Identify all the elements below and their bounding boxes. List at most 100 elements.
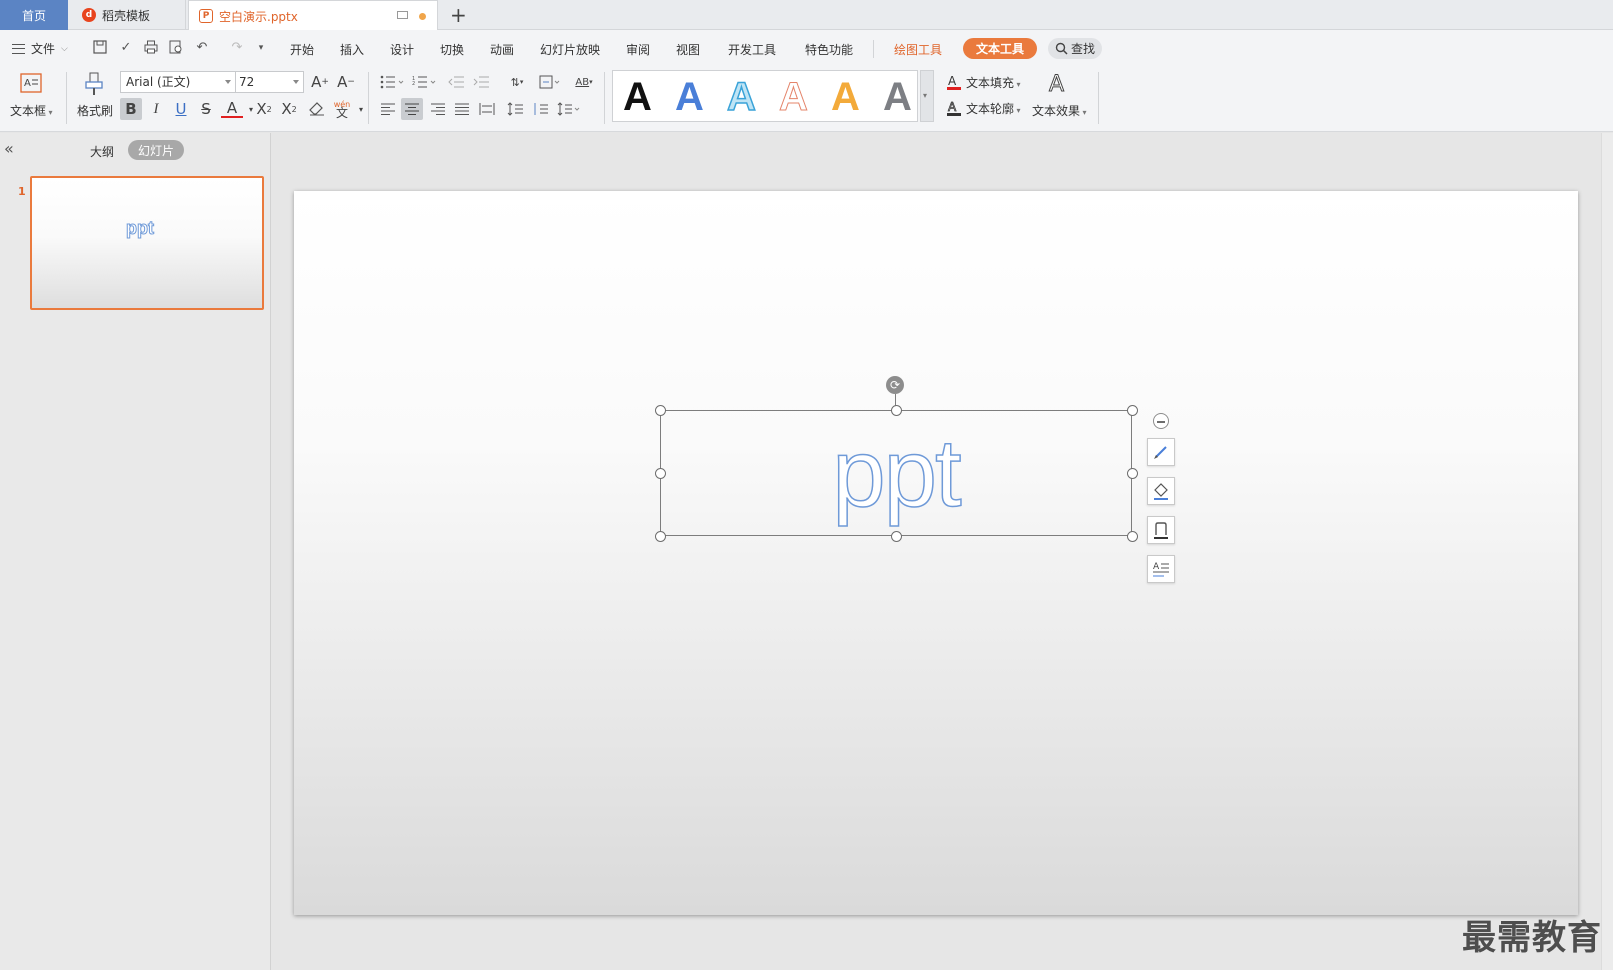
wordart-style-orange-outline[interactable]: A [779,75,809,120]
menu-text-tools[interactable]: 文本工具 [963,38,1037,59]
slides-tab[interactable]: 幻灯片 [128,140,184,160]
slide[interactable] [294,191,1578,915]
format-painter-icon[interactable] [82,71,106,97]
ribbon-divider [368,72,369,124]
bullet-list-icon[interactable] [378,72,406,92]
menu-home[interactable]: 开始 [290,41,314,58]
search-button[interactable]: 查找 [1048,38,1102,59]
format-painter-label[interactable]: 格式刷 [77,102,113,119]
numbered-list-icon[interactable]: 12 [410,72,438,92]
superscript-button[interactable]: X2 [253,98,275,120]
wordart-style-light-blue-outline[interactable]: A [726,74,756,120]
line-spacing-icon[interactable] [505,98,525,120]
wordart-style-black[interactable]: A [623,75,652,119]
style-brush-button[interactable] [1147,438,1175,466]
fill-button[interactable] [1147,477,1175,505]
file-menu-button[interactable]: 文件 ⌵ [12,40,68,57]
slide-text[interactable]: ppt [661,411,1131,535]
menu-review[interactable]: 审阅 [626,41,650,58]
resize-handle-top[interactable] [891,405,902,416]
tab-template[interactable]: d 稻壳模板 [68,0,186,30]
slide-thumbnail[interactable]: ppt [30,176,264,310]
redo-icon[interactable]: ↷ [229,40,245,56]
add-tab-button[interactable]: + [450,3,467,27]
format-painter-small-icon[interactable]: ✓ [118,40,134,56]
collapse-panel-icon[interactable]: « [4,139,14,158]
font-size-select[interactable]: 72 [236,71,304,93]
resize-handle-bottom[interactable] [891,531,902,542]
menu-drawing-tools[interactable]: 绘图工具 [894,41,942,58]
text-spacing-icon[interactable]: AB ▾ [570,72,598,92]
wordart-style-orange[interactable]: A [831,75,860,119]
rotate-handle-icon[interactable]: ⟳ [886,376,904,394]
subscript-button[interactable]: X2 [278,98,300,120]
strikethrough-button[interactable]: S [195,98,217,120]
menu-slideshow[interactable]: 幻灯片放映 [540,41,600,58]
resize-handle-top-left[interactable] [655,405,666,416]
increase-font-size-icon[interactable]: A + [310,72,330,92]
menu-transition[interactable]: 切换 [440,41,464,58]
wordart-style-gray[interactable]: A [883,75,912,119]
outline-tab[interactable]: 大纲 [90,143,114,160]
text-direction-icon[interactable]: ⇅ ▾ [504,72,530,92]
vertical-scrollbar[interactable] [1601,133,1613,970]
clear-format-icon[interactable] [306,98,328,120]
align-left-icon[interactable] [378,98,398,120]
italic-button[interactable]: I [145,98,167,120]
menu-features[interactable]: 特色功能 [805,41,853,58]
resize-handle-bottom-right[interactable] [1127,531,1138,542]
print-icon[interactable] [143,40,159,56]
shape-outline-icon [1154,522,1168,539]
tab-home[interactable]: 首页 [0,0,68,30]
text-fill-icon[interactable]: A [946,72,962,92]
align-center-icon[interactable] [401,98,423,120]
underline-button[interactable]: U [170,98,192,120]
align-right-icon[interactable] [428,98,448,120]
decrease-indent-icon[interactable] [446,72,466,92]
menu-animation[interactable]: 动画 [490,41,514,58]
menu-view[interactable]: 视图 [676,41,700,58]
slide-thumbnail-number: 1 [18,185,26,198]
decrease-font-size-icon[interactable]: A − [336,72,356,92]
print-preview-icon[interactable] [168,40,184,56]
svg-text:A: A [1153,562,1160,572]
textbox-button[interactable]: 文本框 ▾ [10,102,53,119]
text-outline-icon[interactable]: A [946,98,962,118]
gallery-more-button[interactable]: ▾ [920,70,934,122]
text-outline-label: 文本轮廓 [966,102,1015,116]
text-effect-button[interactable]: 文本效果 ▾ [1032,102,1087,119]
customize-quick-access-icon[interactable]: ▾ [253,40,269,56]
spacing-options-icon[interactable] [555,98,583,120]
resize-handle-right[interactable] [1127,468,1138,479]
paragraph-spacing-icon[interactable] [530,98,550,120]
menu-insert[interactable]: 插入 [340,41,364,58]
tab-document[interactable]: P 空白演示.pptx [188,0,438,31]
selected-text-box[interactable]: ppt [660,410,1132,536]
bold-button[interactable]: B [120,98,142,120]
text-outline-button[interactable]: 文本轮廓 ▾ [966,100,1021,117]
menu-design[interactable]: 设计 [390,41,414,58]
resize-handle-left[interactable] [655,468,666,479]
outline-button[interactable] [1147,516,1175,544]
collapse-toolbar-icon[interactable] [1153,413,1169,429]
ribbon: A 文本框 ▾ 格式刷 Arial (正文) 72 A + A − B I U S … [0,68,1613,132]
increase-indent-icon[interactable] [471,72,491,92]
undo-icon[interactable]: ↶ [194,40,210,56]
resize-handle-top-right[interactable] [1127,405,1138,416]
textbox-icon[interactable]: A [18,71,44,95]
text-effect-icon[interactable]: A [1046,70,1070,96]
text-fill-button[interactable]: 文本填充 ▾ [966,74,1021,91]
align-text-icon[interactable] [536,72,562,92]
font-name-select[interactable]: Arial (正文) [120,71,236,93]
justify-icon[interactable] [452,98,472,120]
menu-developer[interactable]: 开发工具 [728,41,776,58]
text-wrap-icon: A [1153,562,1169,577]
unsaved-dot-icon[interactable] [419,13,426,20]
monitor-icon[interactable] [397,11,408,19]
text-layout-button[interactable]: A [1147,555,1175,583]
wordart-style-blue[interactable]: A [675,75,704,119]
save-icon[interactable] [92,40,108,56]
distributed-align-icon[interactable] [477,98,497,120]
chevron-down-icon [225,80,231,84]
resize-handle-bottom-left[interactable] [655,531,666,542]
